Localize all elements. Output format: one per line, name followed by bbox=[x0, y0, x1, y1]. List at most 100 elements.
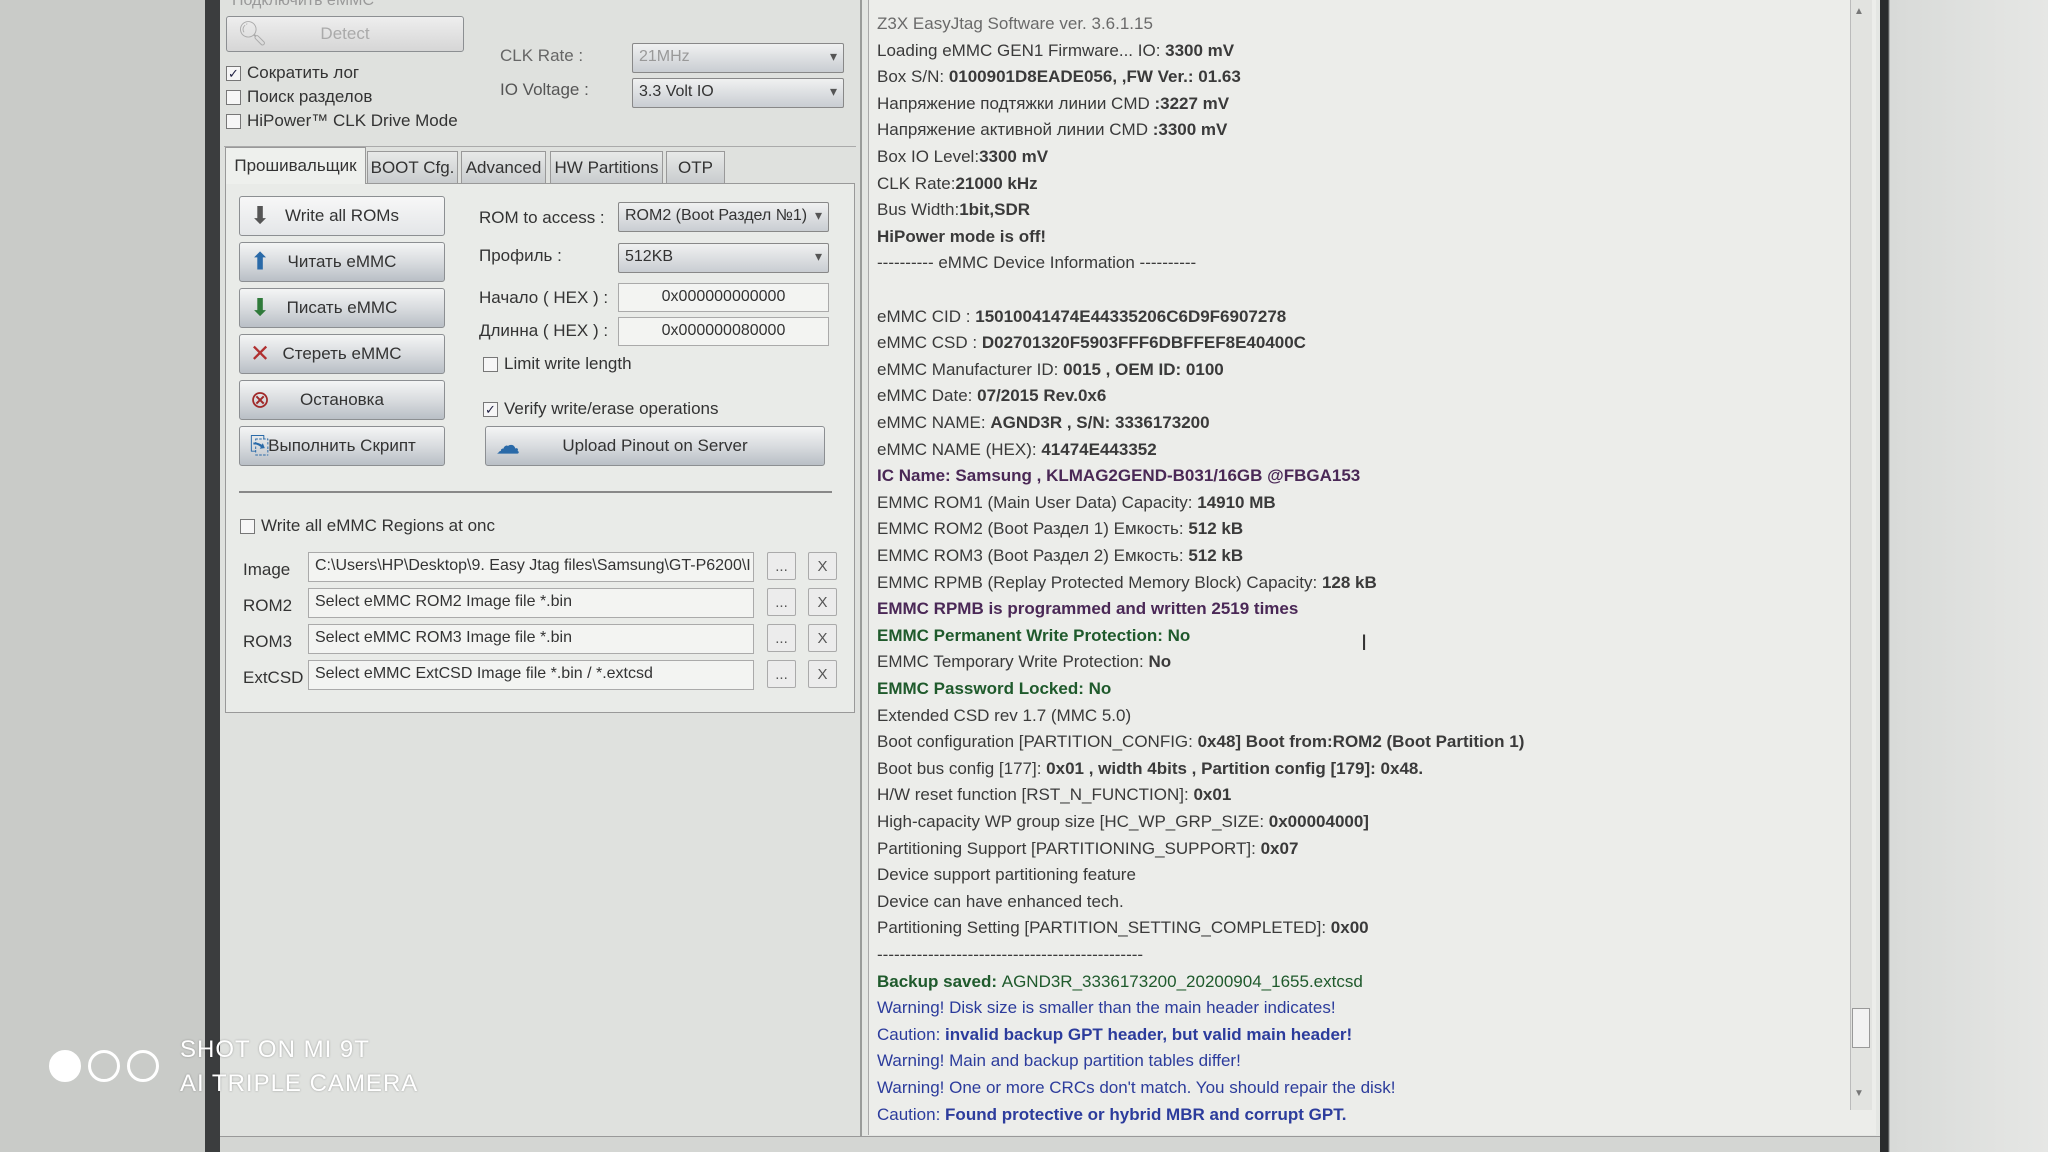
log-segment: EMMC ROM3 (Boot Раздел 2) Емкость: bbox=[877, 546, 1189, 565]
browse-button[interactable]: ... bbox=[767, 588, 796, 616]
action-button[interactable]: ⬇ Писать eMMC bbox=[239, 288, 445, 328]
region-file-input[interactable]: Select eMMC ExtCSD Image file *.bin / *.… bbox=[308, 660, 754, 690]
log-line: Device support partitioning feature bbox=[877, 865, 1136, 885]
browse-button[interactable]: ... bbox=[767, 552, 796, 580]
search-icon: 🔍︎ bbox=[237, 20, 268, 48]
start-hex-input[interactable]: 0x000000000000 bbox=[618, 283, 829, 312]
log-segment: eMMC NAME: bbox=[877, 413, 991, 432]
clear-button[interactable]: X bbox=[808, 588, 837, 616]
log-line: Box S/N: 0100901D8EADE056, ,FW Ver.: 01.… bbox=[877, 67, 1241, 87]
checkbox-box: ✓ bbox=[483, 401, 498, 417]
clear-button[interactable]: X bbox=[808, 552, 837, 580]
log-segment: Boot configuration [PARTITION_CONFIG: bbox=[877, 732, 1198, 752]
upload-pinout-label: Upload Pinout on Server bbox=[562, 436, 748, 455]
log-line: Partitioning Setting [PARTITION_SETTING_… bbox=[877, 918, 1369, 938]
region-file-input[interactable]: Select eMMC ROM2 Image file *.bin bbox=[308, 588, 754, 618]
io-voltage-select[interactable]: 3.3 Volt IO bbox=[632, 78, 844, 108]
browse-button[interactable]: ... bbox=[767, 624, 796, 652]
write-all-regions-checkbox[interactable]: Write all eMMC Regions at onc bbox=[240, 516, 495, 536]
stop-circle-icon: ⊗ bbox=[250, 386, 271, 414]
monitor-bezel-right bbox=[1880, 0, 2048, 1152]
log-line: Partitioning Support [PARTITIONING_SUPPO… bbox=[877, 839, 1298, 859]
log-line: HiPower mode is off! bbox=[877, 227, 1046, 247]
length-hex-input[interactable]: 0x000000080000 bbox=[618, 317, 829, 346]
tab-2[interactable]: Advanced bbox=[461, 151, 546, 183]
option-checkbox[interactable]: ✓ Сократить лог bbox=[226, 63, 359, 83]
left-panel: Подключить eMMC 🔍︎ Detect ✓ Сократить лог… bbox=[220, 0, 862, 1152]
log-segment: 14910 MB bbox=[1197, 492, 1276, 512]
log-line: Backup saved: AGND3R_3336173200_20200904… bbox=[877, 972, 1363, 992]
action-button[interactable]: ✕ Стереть eMMC bbox=[239, 334, 445, 374]
tab-3[interactable]: HW Partitions bbox=[550, 151, 663, 183]
log-segment: 3300 mV bbox=[1165, 40, 1235, 60]
checkbox-box bbox=[483, 356, 498, 372]
log-segment: ----------------------------------------… bbox=[877, 945, 1144, 964]
clk-rate-label: CLK Rate : bbox=[500, 46, 584, 65]
action-button[interactable]: ⬆ Читать eMMC bbox=[239, 242, 445, 282]
log-segment: AGND3R , S/N: 3336173200 bbox=[990, 413, 1210, 432]
option-label: Сократить лог bbox=[247, 63, 360, 82]
log-segment: 1bit,SDR bbox=[959, 200, 1031, 220]
status-bar bbox=[220, 1136, 1880, 1152]
log-segment: invalid backup GPT header, but valid mai… bbox=[945, 1024, 1353, 1044]
log-line: eMMC NAME: AGND3R , S/N: 3336173200 bbox=[877, 413, 1210, 433]
log-panel[interactable]: Z3X EasyJtag Software ver. 3.6.1.15 Loadi… bbox=[868, 0, 1876, 1135]
log-segment: EMMC RPMB (Replay Protected Memory Block… bbox=[877, 572, 1322, 592]
log-line: EMMC Temporary Write Protection: No bbox=[877, 652, 1171, 672]
separator bbox=[239, 491, 832, 493]
detect-button[interactable]: 🔍︎ Detect bbox=[226, 16, 464, 52]
log-line: Z3X EasyJtag Software ver. 3.6.1.15 bbox=[877, 14, 1153, 34]
region-file-input[interactable]: C:\Users\HP\Desktop\9. Easy Jtag files\S… bbox=[308, 552, 754, 582]
tab-0[interactable]: Прошивальщик bbox=[225, 147, 366, 184]
download-arrow-icon: ⬇ bbox=[250, 294, 271, 322]
watermark-line2: AI TRIPLE CAMERA bbox=[180, 1070, 419, 1097]
log-segment: 0100901D8EADE056, ,FW Ver.: 01.63 bbox=[948, 67, 1241, 87]
log-segment: :3300 mV bbox=[1152, 120, 1228, 140]
scroll-down-icon[interactable]: ▼ bbox=[1854, 1088, 1864, 1099]
log-line: Напряжение активной линии CMD :3300 mV bbox=[877, 120, 1227, 140]
profile-select[interactable]: 512KB bbox=[618, 243, 829, 273]
watermark-dot-icon bbox=[88, 1050, 120, 1082]
log-segment: Warning! Disk size is smaller than the m… bbox=[877, 998, 1336, 1018]
log-segment: eMMC Manufacturer ID: bbox=[877, 359, 1064, 379]
clear-button[interactable]: X bbox=[808, 660, 837, 688]
log-line: EMMC Permanent Write Protection: No bbox=[877, 626, 1190, 646]
checkbox-box bbox=[226, 89, 241, 105]
clear-button[interactable]: X bbox=[808, 624, 837, 652]
log-segment: EMMC ROM2 (Boot Раздел 1) Емкость: bbox=[877, 519, 1189, 539]
log-line: EMMC ROM3 (Boot Раздел 2) Емкость: 512 k… bbox=[877, 546, 1243, 566]
action-button[interactable]: ⊗ Остановка bbox=[239, 380, 445, 420]
log-segment: 41474E443352 bbox=[1041, 439, 1157, 459]
log-scrollbar[interactable]: ▲ ▼ bbox=[1850, 0, 1872, 1110]
verify-checkbox[interactable]: ✓ Verify write/erase operations bbox=[483, 399, 719, 419]
tab-1[interactable]: BOOT Cfg. bbox=[367, 151, 458, 183]
log-line: IC Name: Samsung , KLMAG2GEND-B031/16GB … bbox=[877, 466, 1360, 486]
option-checkbox[interactable]: Поиск разделов bbox=[226, 87, 372, 107]
clk-rate-select[interactable]: 21MHz bbox=[632, 43, 844, 73]
tab-4[interactable]: OTP bbox=[666, 151, 725, 183]
log-segment: eMMC Date: bbox=[877, 386, 978, 406]
rom-select[interactable]: ROM2 (Boot Раздел №1) bbox=[618, 202, 829, 232]
checkbox-box bbox=[240, 518, 255, 534]
log-segment: 0x00 bbox=[1330, 918, 1369, 938]
option-checkbox[interactable]: HiPower™ CLK Drive Mode bbox=[226, 111, 458, 131]
scroll-up-icon[interactable]: ▲ bbox=[1854, 6, 1864, 17]
log-line: EMMC RPMB (Replay Protected Memory Block… bbox=[877, 573, 1377, 593]
log-segment: 21000 kHz bbox=[955, 173, 1038, 193]
log-segment: Found protective or hybrid MBR and corru… bbox=[945, 1104, 1347, 1124]
action-label: Читать eMMC bbox=[287, 252, 397, 271]
scrollbar-thumb[interactable] bbox=[1852, 1008, 1870, 1048]
region-file-input[interactable]: Select eMMC ROM3 Image file *.bin bbox=[308, 624, 754, 654]
action-label: Выполнить Скрипт bbox=[268, 436, 416, 455]
log-segment: Warning! One or more CRCs don't match. Y… bbox=[877, 1078, 1396, 1097]
action-button[interactable]: ⎘ Выполнить Скрипт bbox=[239, 426, 445, 466]
rom-label: ROM to access : bbox=[479, 208, 605, 227]
upload-pinout-button[interactable]: ☁ Upload Pinout on Server bbox=[485, 426, 825, 466]
limit-write-checkbox[interactable]: Limit write length bbox=[483, 354, 632, 374]
log-line: EMMC Password Locked: No bbox=[877, 679, 1111, 699]
action-button[interactable]: ⬇ Write all ROMs bbox=[239, 196, 445, 236]
log-line: ----------------------------------------… bbox=[877, 945, 1143, 965]
action-label: Стереть eMMC bbox=[282, 344, 402, 363]
log-segment: H/W reset function [RST_N_FUNCTION]: bbox=[877, 785, 1194, 805]
browse-button[interactable]: ... bbox=[767, 660, 796, 688]
